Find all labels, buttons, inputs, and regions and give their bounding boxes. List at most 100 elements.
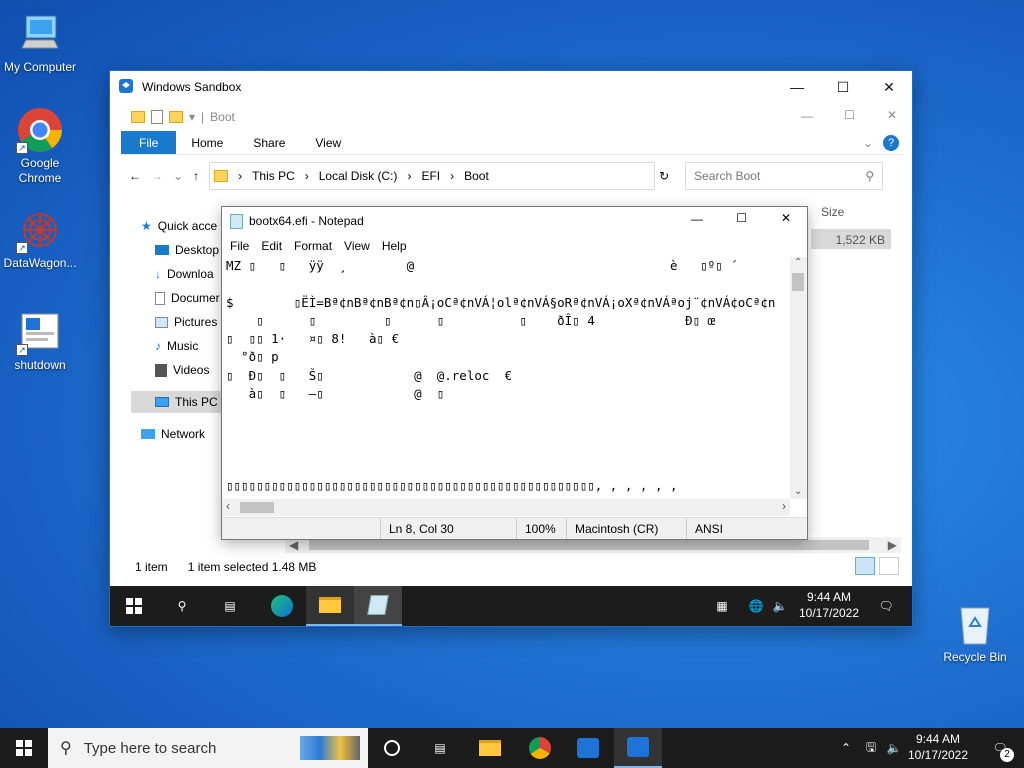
- task-view-icon[interactable]: ▤: [416, 728, 464, 768]
- new-folder-icon[interactable]: [169, 111, 183, 123]
- details-view-icon[interactable]: [855, 557, 875, 575]
- network-icon[interactable]: 🌐: [746, 586, 766, 626]
- large-icons-view-icon[interactable]: [879, 557, 899, 575]
- explorer-minimize-button[interactable]: —: [801, 109, 813, 123]
- desktop-icon-my-computer[interactable]: My Computer: [0, 10, 80, 75]
- notification-icon[interactable]: 🗨 2: [976, 728, 1024, 768]
- nav-music[interactable]: ♪ Music: [155, 335, 198, 357]
- host-clock[interactable]: 9:44 AM 10/17/2022: [906, 731, 970, 763]
- search-icon: ⚲: [60, 740, 72, 757]
- nav-downloads[interactable]: ↓ Downloa: [155, 263, 214, 285]
- nav-pictures[interactable]: Pictures: [155, 311, 217, 333]
- search-input[interactable]: Search Boot ⚲: [685, 162, 884, 190]
- close-button[interactable]: ✕: [866, 71, 912, 103]
- notepad-vscrollbar[interactable]: ⌃ ⌄: [790, 257, 807, 499]
- explorer-maximize-button[interactable]: ☐: [844, 108, 855, 122]
- breadcrumb-this-pc[interactable]: This PC: [252, 169, 295, 183]
- menu-help[interactable]: Help: [376, 239, 413, 253]
- tab-home[interactable]: Home: [176, 131, 238, 154]
- nav-desktop[interactable]: Desktop: [155, 239, 219, 261]
- explorer-title-bar[interactable]: ▾ | Boot — ☐ ✕: [121, 103, 903, 131]
- desktop-icon-google-chrome[interactable]: ↗ Google Chrome: [0, 106, 80, 186]
- cortana-icon[interactable]: [368, 728, 416, 768]
- notepad-title-bar[interactable]: bootx64.efi - Notepad — ☐ ✕: [222, 207, 807, 235]
- up-arrow-icon[interactable]: ↑: [193, 169, 199, 183]
- host-taskbar: ⚲ Type here to search ▤ ⌃ 🖫 🔈 9:44 AM 10…: [0, 728, 1024, 768]
- expand-ribbon-icon[interactable]: ⌄: [857, 131, 879, 154]
- start-button[interactable]: [110, 586, 158, 626]
- address-bar[interactable]: › This PC › Local Disk (C:) › EFI › Boot: [209, 162, 656, 190]
- sandbox-taskbar-icon[interactable]: [564, 728, 612, 768]
- tab-share[interactable]: Share: [238, 131, 300, 154]
- nav-network[interactable]: Network: [141, 423, 205, 445]
- file-explorer-taskbar-icon[interactable]: [466, 728, 514, 768]
- breadcrumb-boot[interactable]: Boot: [464, 169, 489, 183]
- menu-edit[interactable]: Edit: [255, 239, 288, 253]
- column-header-size[interactable]: Size: [821, 205, 844, 219]
- scroll-right-icon[interactable]: ›: [782, 499, 786, 513]
- menu-file[interactable]: File: [224, 239, 255, 253]
- file-size-cell[interactable]: 1,522 KB: [811, 229, 891, 249]
- tab-view[interactable]: View: [300, 131, 356, 154]
- desktop-icon-shutdown[interactable]: ↗ shutdown: [0, 308, 80, 373]
- nav-this-pc[interactable]: This PC: [131, 391, 221, 413]
- encoding: ANSI: [686, 518, 807, 539]
- shortcut-arrow-icon: ↗: [16, 344, 28, 356]
- tab-file[interactable]: File: [121, 131, 177, 154]
- volume-icon[interactable]: 🔈: [884, 728, 904, 768]
- help-icon[interactable]: ?: [879, 131, 903, 154]
- nav-quick-access[interactable]: ★ Quick acce: [141, 215, 217, 237]
- notepad-text-line: à▯ ▯ –▯ @ ▯: [226, 386, 445, 402]
- explorer-close-button[interactable]: ✕: [887, 108, 897, 122]
- start-button[interactable]: [0, 728, 48, 768]
- back-arrow-icon[interactable]: ←: [129, 169, 141, 183]
- scroll-up-icon[interactable]: ⌃: [794, 257, 802, 268]
- notepad-taskbar-icon[interactable]: [354, 586, 402, 626]
- minimize-button[interactable]: —: [774, 71, 820, 103]
- breadcrumb-local-disk[interactable]: Local Disk (C:): [319, 169, 398, 183]
- sandbox-clock[interactable]: 9:44 AM 10/17/2022: [794, 589, 864, 621]
- menu-view[interactable]: View: [338, 239, 376, 253]
- file-explorer-taskbar-icon[interactable]: [306, 586, 354, 626]
- notepad-text-line: [226, 422, 792, 440]
- desktop-icon-recycle-bin[interactable]: Recycle Bin: [935, 600, 1015, 665]
- maximize-button[interactable]: ☐: [820, 71, 866, 103]
- properties-icon[interactable]: [151, 110, 163, 124]
- taskbar-search-input[interactable]: ⚲ Type here to search: [48, 728, 368, 768]
- shortcut-arrow-icon: ↗: [16, 142, 28, 154]
- scroll-left-icon[interactable]: ‹: [226, 499, 230, 513]
- ribbon-tabs: File Home Share View ⌄ ?: [121, 131, 903, 155]
- search-highlight-icon[interactable]: [300, 736, 360, 760]
- notepad-icon: [230, 213, 243, 229]
- network-icon[interactable]: 🖫: [860, 728, 882, 768]
- edge-icon[interactable]: [258, 586, 306, 626]
- dropdown-icon[interactable]: ▾: [189, 110, 195, 124]
- notepad-maximize-button[interactable]: ☐: [736, 211, 747, 225]
- recent-dropdown-icon[interactable]: ⌄: [173, 169, 183, 183]
- chrome-taskbar-icon[interactable]: [516, 728, 564, 768]
- notepad-text-area[interactable]: MZ ▯ ▯ ÿÿ ¸ @ è ▯º▯ ´ $ ▯ËÌ=Bª¢nBª¢nBª¢n…: [226, 257, 792, 499]
- notepad-close-button[interactable]: ✕: [781, 211, 791, 225]
- breadcrumb-efi[interactable]: EFI: [421, 169, 440, 183]
- scroll-thumb[interactable]: [309, 540, 869, 550]
- notification-icon[interactable]: 🗨: [862, 586, 910, 626]
- notepad-minimize-button[interactable]: —: [691, 212, 703, 226]
- volume-icon[interactable]: 🔈: [770, 586, 790, 626]
- scroll-left-icon[interactable]: ◀: [289, 538, 298, 552]
- scroll-thumb[interactable]: [240, 502, 274, 513]
- task-view-icon[interactable]: ▤: [206, 586, 254, 626]
- nav-videos[interactable]: Videos: [155, 359, 209, 381]
- menu-format[interactable]: Format: [288, 239, 338, 253]
- nav-documents[interactable]: Documer: [155, 287, 220, 309]
- refresh-icon[interactable]: ↻: [659, 169, 669, 183]
- forward-arrow-icon[interactable]: →: [151, 169, 163, 183]
- scroll-right-icon[interactable]: ▶: [888, 538, 897, 552]
- sandbox-active-taskbar-icon[interactable]: [614, 728, 662, 768]
- desktop-icon-datawagon[interactable]: ↗ DataWagon...: [0, 206, 80, 271]
- notepad-hscrollbar[interactable]: ‹ ›: [222, 499, 790, 516]
- scroll-down-icon[interactable]: ⌄: [794, 486, 802, 497]
- search-icon[interactable]: ⚲: [158, 586, 206, 626]
- scroll-thumb[interactable]: [792, 273, 804, 291]
- show-hidden-icons-icon[interactable]: ⌃: [836, 728, 856, 768]
- action-center-icon[interactable]: ▦: [708, 586, 736, 626]
